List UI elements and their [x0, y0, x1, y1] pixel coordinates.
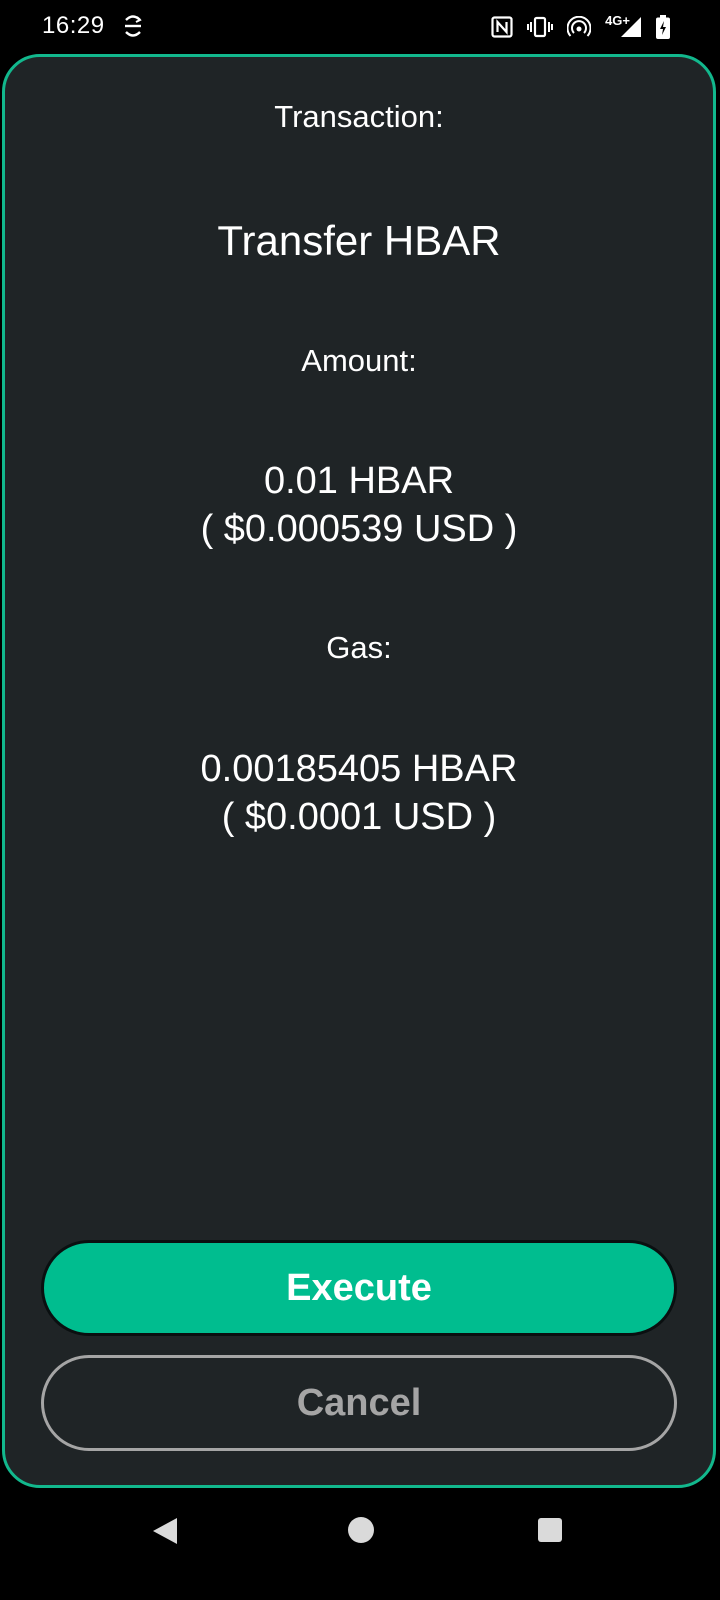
gas-value: 0.00185405 HBAR — [200, 748, 518, 790]
execute-button[interactable]: Execute — [41, 1240, 677, 1336]
vibrate-icon — [527, 16, 554, 38]
back-icon[interactable] — [152, 1517, 178, 1550]
amount-label: Amount: — [301, 343, 417, 378]
transaction-type: Transfer HBAR — [217, 217, 501, 264]
network-type-label: 4G+ — [605, 12, 630, 28]
home-icon[interactable] — [348, 1517, 374, 1543]
hotspot-icon — [567, 16, 592, 38]
gas-label: Gas: — [326, 630, 392, 665]
amount-value: 0.01 HBAR — [263, 460, 455, 502]
cancel-button[interactable]: Cancel — [41, 1355, 677, 1451]
signal-icon: 4G+ — [605, 12, 642, 38]
amount-usd: ( $0.000539 USD ) — [200, 508, 518, 550]
nfc-icon — [491, 16, 513, 38]
gas-usd: ( $0.0001 USD ) — [221, 796, 497, 838]
navigation-bar — [0, 1488, 720, 1600]
status-icons: 4G+ — [491, 12, 670, 42]
battery-icon — [656, 15, 670, 39]
status-bar: 16:29 4G+ — [0, 0, 720, 54]
status-time: 16:29 — [42, 12, 105, 39]
transaction-label: Transaction: — [274, 99, 444, 134]
transaction-card: Transaction: Transfer HBAR Amount: 0.01 … — [2, 54, 716, 1488]
recents-icon[interactable] — [538, 1518, 562, 1542]
sync-icon — [122, 14, 144, 38]
